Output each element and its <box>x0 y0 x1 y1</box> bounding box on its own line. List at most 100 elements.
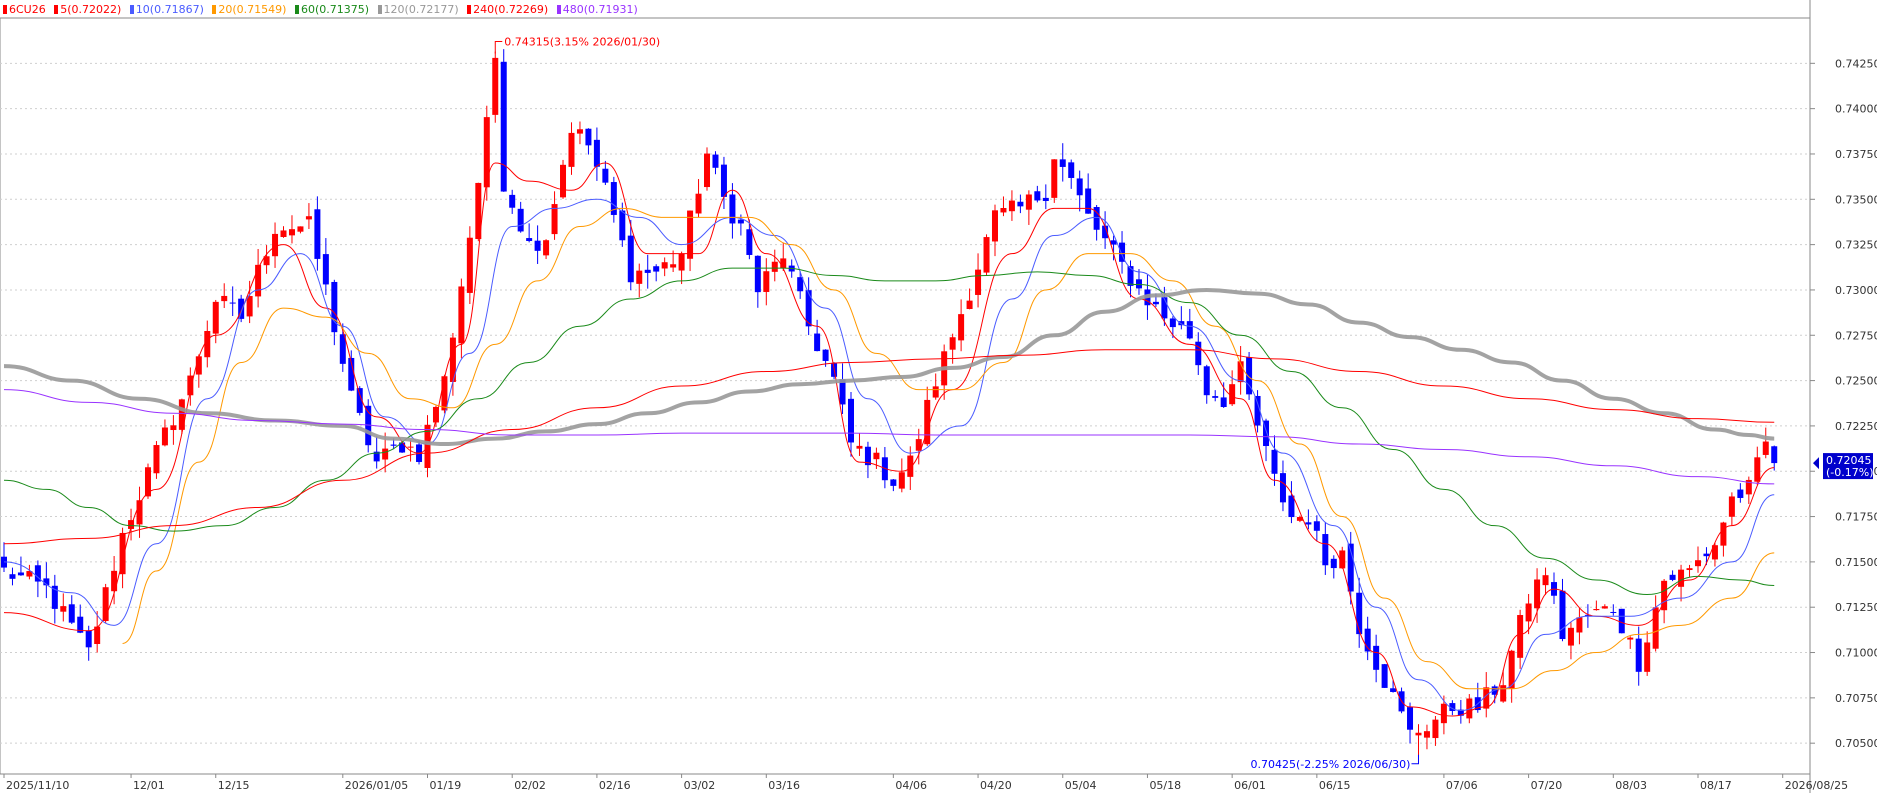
x-tick-label: 02/02 <box>514 779 546 792</box>
candle-body <box>1381 664 1388 688</box>
candle-body <box>246 296 253 317</box>
candle-body <box>873 452 880 460</box>
x-tick-label: 06/01 <box>1234 779 1266 792</box>
candle-body <box>212 301 219 334</box>
candle-body <box>746 229 753 255</box>
candle-body <box>305 216 312 220</box>
candle-body <box>1161 297 1168 319</box>
candle-body <box>1593 609 1600 611</box>
low-annotation: 0.70425(-2.25% 2026/06/30) <box>1250 758 1410 771</box>
candle-body <box>288 229 295 236</box>
candle-body <box>585 128 592 146</box>
candle-body <box>712 154 719 168</box>
x-tick-label: 12/15 <box>218 779 250 792</box>
candle-body <box>1017 201 1024 207</box>
legend-ma-10: 10(0.71867) <box>129 3 208 16</box>
last-price-pointer <box>1813 457 1819 470</box>
candle-body <box>1169 318 1176 328</box>
candle-body <box>797 277 804 292</box>
candle-body <box>204 331 211 358</box>
y-tick-label: 0.73000 <box>1835 284 1877 297</box>
candle-body <box>695 193 702 214</box>
candle-body <box>1754 457 1761 482</box>
candle-body <box>1152 301 1159 305</box>
plot-area <box>0 17 1811 775</box>
candle-body <box>1373 645 1380 670</box>
candle-body <box>1440 703 1447 724</box>
candle-body <box>1085 188 1092 214</box>
legend-symbol: 6CU26 <box>3 3 49 16</box>
legend-ma-20: 20(0.71549) <box>212 3 290 16</box>
candle-body <box>814 333 821 352</box>
candle-body <box>856 445 863 449</box>
legend-ma-60: 60(0.71375) <box>294 3 373 16</box>
candle-body <box>898 472 905 489</box>
candle-body <box>1567 627 1574 646</box>
candle-body <box>1559 590 1566 640</box>
candle-body <box>1686 568 1693 571</box>
y-tick-label: 0.74250 <box>1835 57 1877 70</box>
legend-ma-240: 240(0.72269) <box>467 3 552 16</box>
candle-body <box>297 226 304 232</box>
x-tick-label: 02/16 <box>599 779 631 792</box>
candle-body <box>822 349 829 361</box>
legend-ma-5-label: 5(0.72022) <box>60 3 122 16</box>
candle-body <box>771 261 778 272</box>
candle-body <box>1279 473 1286 503</box>
x-tick-label: 05/18 <box>1149 779 1181 792</box>
y-tick-label: 0.74000 <box>1835 103 1877 116</box>
candle-body <box>1203 366 1210 396</box>
candle-body <box>737 219 744 224</box>
candle-body <box>619 210 626 241</box>
candle-body <box>390 444 397 446</box>
legend-ma-120-label: 120(0.72177) <box>383 3 459 16</box>
candle-body <box>636 270 643 284</box>
candle-body <box>704 153 711 188</box>
legend-ma-480: 480(0.71931) <box>556 3 638 16</box>
candle-body <box>221 295 228 302</box>
candle-body <box>517 208 524 232</box>
candle-body <box>1415 732 1422 736</box>
high-annotation: 0.74315(3.15% 2026/01/30) <box>504 36 660 49</box>
y-tick-label: 0.71000 <box>1835 647 1877 660</box>
candle-body <box>526 238 533 241</box>
candle-body <box>1610 611 1617 613</box>
candle-body <box>1762 441 1769 455</box>
x-tick-label: 07/20 <box>1531 779 1563 792</box>
candle-body <box>161 427 168 446</box>
candle-body <box>576 129 583 134</box>
candle-body <box>111 570 118 592</box>
candle-body <box>1212 396 1219 398</box>
y-tick-label: 0.72250 <box>1835 420 1877 433</box>
candle-body <box>1110 240 1117 245</box>
candle-body <box>85 630 92 648</box>
candlestick-chart[interactable]: 0.74250 0.74000 0.73750 0.73500 0.73250 0.730… <box>0 0 1877 793</box>
candle-body <box>272 233 279 257</box>
legend-ma-10-label: 10(0.71867) <box>135 3 204 16</box>
candle-body <box>466 237 473 293</box>
candle-body <box>382 448 389 460</box>
candle-body <box>1771 446 1778 464</box>
legend-ma-20-label: 20(0.71549) <box>218 3 287 16</box>
legend-ma-120-swatch <box>377 5 382 14</box>
candle-body <box>1313 521 1320 531</box>
candle-body <box>780 258 787 269</box>
candle-body <box>1500 685 1507 702</box>
candle-body <box>509 194 516 208</box>
candle-body <box>1288 495 1295 518</box>
x-tick-label: 04/20 <box>980 779 1012 792</box>
candle-body <box>1703 553 1710 557</box>
candle-body <box>1135 279 1142 289</box>
x-tick-label: 05/04 <box>1065 779 1097 792</box>
x-tick-label: 08/17 <box>1700 779 1732 792</box>
y-tick-label: 0.71500 <box>1835 556 1877 569</box>
candle-body <box>568 132 575 167</box>
legend-ma-10-swatch <box>129 5 134 14</box>
candle-body <box>966 300 973 309</box>
candle-body <box>1305 522 1312 525</box>
candle-body <box>602 168 609 183</box>
candle-body <box>280 230 287 238</box>
candle-body <box>1390 688 1397 692</box>
candle-body <box>170 425 177 431</box>
y-tick-label: 0.70500 <box>1835 737 1877 750</box>
